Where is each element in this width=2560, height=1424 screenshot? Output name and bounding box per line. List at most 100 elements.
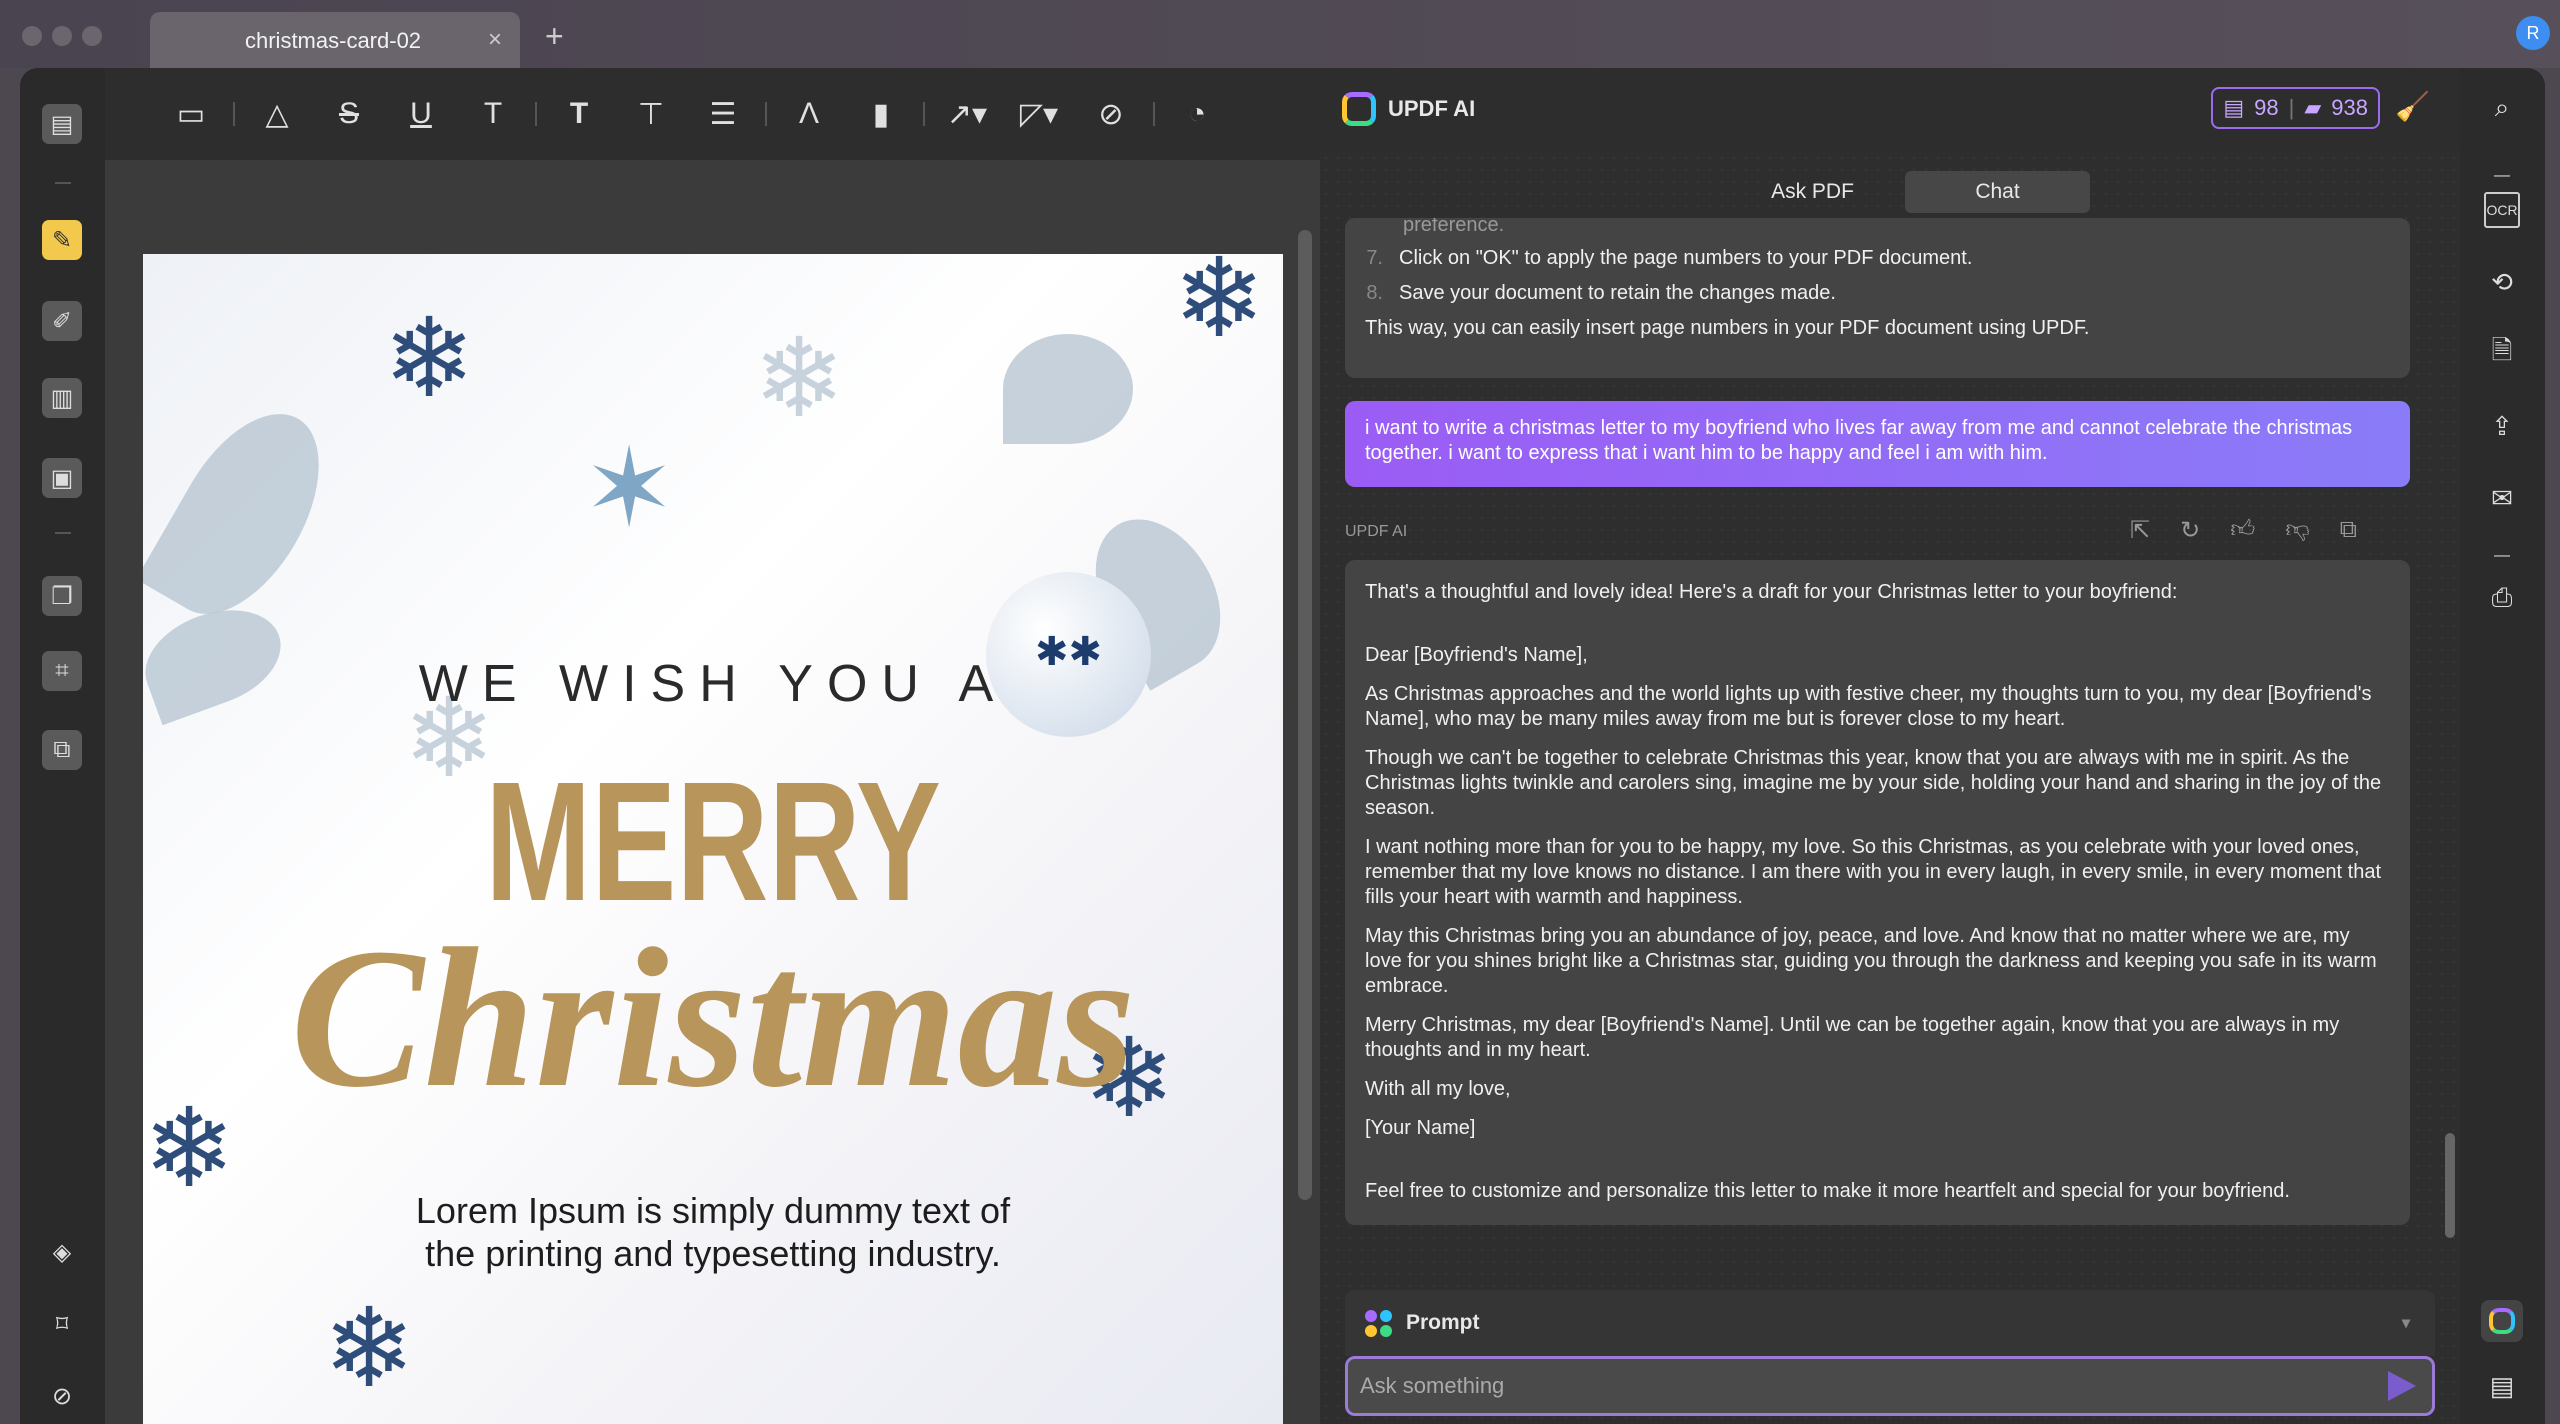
response-actions: ⇱ ↻ 👍︎ 👎︎ ⧉ — [2130, 516, 2357, 545]
comment-mode-icon[interactable]: ✎ — [42, 220, 82, 260]
divider — [55, 182, 71, 184]
ai-response: That's a thoughtful and lovely idea! Her… — [1345, 560, 2410, 1225]
page-layout-icon[interactable]: ▥ — [42, 378, 82, 418]
divider: — — [2494, 167, 2510, 184]
search-icon[interactable]: ⌕ — [2484, 90, 2520, 126]
tab-chat[interactable]: Chat — [1905, 171, 2090, 213]
ask-input[interactable]: Ask something — [1345, 1356, 2435, 1416]
organize-pages-icon[interactable]: ❐ — [42, 576, 82, 616]
cut-line: preference. — [1403, 218, 1505, 236]
strikethrough-icon[interactable]: S — [313, 97, 385, 131]
card-body-text: Lorem Ipsum is simply dummy text of the … — [415, 1190, 1011, 1274]
edit-pdf-icon[interactable]: ✐ — [42, 301, 82, 341]
minimize-window-button[interactable] — [52, 26, 72, 46]
close-tab-icon[interactable]: × — [488, 26, 502, 54]
response-paragraph: [Your Name] — [1365, 1117, 1476, 1139]
response-paragraph: Dear [Boyfriend's Name], — [1365, 644, 1588, 666]
response-paragraph: With all my love, — [1365, 1078, 1511, 1100]
response-paragraph: As Christmas approaches and the world li… — [1365, 683, 2372, 730]
tab-ask-pdf[interactable]: Ask PDF — [1720, 171, 1905, 213]
left-sidebar: ▤ ✎ ✐ ▥ ▣ ❐ ⌗ ⧉ ◈ ⌑ ⊘ — [20, 68, 105, 1424]
updf-ai-logo-icon — [1342, 92, 1376, 126]
usage-badge[interactable]: ▤ 98 | ▰ 938 — [2211, 87, 2380, 129]
right-sidebar: ⌕ — OCR ⟲ 🗎 ⇪ ✉ — ⎙ ▤ — [2460, 68, 2545, 1424]
layers-icon[interactable]: ◈ — [42, 1232, 82, 1272]
tab-title: christmas-card-02 — [245, 28, 422, 53]
ask-placeholder: Ask something — [1360, 1373, 1505, 1398]
snowflake-icon: ❄ — [383, 297, 476, 420]
response-paragraph: Feel free to customize and personalize t… — [1365, 1180, 2290, 1202]
list-item: 8. Save your document to retain the chang… — [1366, 282, 1836, 304]
convert-icon[interactable]: ⟲ — [2484, 264, 2520, 300]
eraser-icon[interactable]: ▮ — [845, 97, 917, 132]
snowflake-icon: ❄ — [753, 317, 846, 440]
previous-closing: This way, you can easily insert page num… — [1365, 317, 2090, 339]
squiggly-icon[interactable]: T — [457, 97, 529, 131]
regenerate-icon[interactable]: ↻ — [2180, 516, 2200, 545]
divider — [55, 532, 71, 534]
response-paragraph: Merry Christmas, my dear [Boyfriend's Na… — [1365, 1014, 2340, 1061]
new-tab-button[interactable]: + — [545, 18, 564, 55]
underline-icon[interactable]: U — [385, 97, 457, 131]
highlight-icon[interactable]: △ — [241, 97, 313, 132]
star-icon: ✶ — [583, 427, 676, 550]
response-paragraph: Though we can't be together to celebrate… — [1365, 747, 2382, 819]
attachment-panel-icon[interactable]: ⊘ — [42, 1376, 82, 1416]
sticker-icon[interactable]: ◔ — [1161, 97, 1233, 131]
protect-document-icon[interactable]: 🗎 — [2484, 335, 2520, 372]
bookmark-icon[interactable]: ⌑ — [42, 1304, 82, 1344]
attachment-icon[interactable]: ⊘ — [1075, 97, 1147, 132]
comments-panel-icon[interactable]: ▤ — [2484, 1368, 2520, 1404]
ai-header: UPDF AI ▤ 98 | ▰ 938 🧹 — [1320, 68, 2460, 150]
response-paragraph: I want nothing more than for you to be h… — [1365, 836, 2381, 908]
crop-icon[interactable]: ⌗ — [42, 651, 82, 691]
textbox-icon[interactable]: ⊤ — [615, 97, 687, 132]
document-scrollbar[interactable] — [1298, 230, 1312, 1200]
card-wish-text: WE WISH YOU A — [418, 655, 1008, 713]
share-document-icon[interactable]: ⇪ — [2484, 408, 2520, 444]
clear-chat-icon[interactable]: 🧹 — [2395, 90, 2430, 123]
thumbs-up-icon[interactable]: 👍︎ — [2230, 516, 2255, 545]
document-count: 98 — [2254, 95, 2279, 120]
prompt-selector[interactable]: Prompt ▾ — [1345, 1290, 2435, 1356]
user-message: i want to write a christmas letter to my… — [1345, 401, 2410, 487]
chevron-down-icon: ▾ — [2401, 1315, 2410, 1332]
form-icon[interactable]: ▣ — [42, 458, 82, 498]
ocr-icon[interactable]: OCR — [2484, 192, 2520, 228]
share-icon[interactable]: ⇱ — [2130, 516, 2150, 545]
ai-tabs: Ask PDF Chat — [1720, 171, 2090, 213]
reader-mode-icon[interactable]: ▤ — [42, 104, 82, 144]
divider: — — [2494, 547, 2510, 564]
save-icon[interactable]: ⎙ — [2484, 580, 2520, 616]
close-window-button[interactable] — [22, 26, 42, 46]
email-icon[interactable]: ✉ — [2484, 480, 2520, 516]
card-christmas-text: Christmas — [290, 908, 1136, 1129]
leaf-decoration — [143, 388, 350, 640]
maximize-window-button[interactable] — [82, 26, 102, 46]
updf-ai-icon[interactable] — [2481, 1300, 2523, 1342]
arrow-icon[interactable]: ↗▾ — [931, 97, 1003, 132]
protect-icon[interactable]: ⧉ — [42, 730, 82, 770]
snowflake-icon: ❄ — [1173, 254, 1266, 360]
chat-scrollbar[interactable] — [2445, 248, 2455, 1238]
list-item: 7. Click on "OK" to apply the page number… — [1366, 247, 1973, 269]
text-icon[interactable]: T — [543, 97, 615, 131]
avatar[interactable]: R — [2516, 16, 2550, 50]
leaf-decoration — [1003, 334, 1133, 444]
prompt-label: Prompt — [1406, 1311, 1480, 1334]
ai-title: UPDF AI — [1388, 96, 1476, 121]
snowflake-icon: ❄ — [323, 1287, 416, 1410]
pdf-page: ❄ ❄ ❄ ❄ ❄ ❄ ❄ ✶ ✱✱ WE WISH YOU A MERRY C… — [143, 254, 1283, 1424]
document-count-icon: ▤ — [2223, 95, 2245, 120]
pencil-icon[interactable]: Λ — [773, 97, 845, 131]
copy-icon[interactable]: ⧉ — [2340, 516, 2357, 545]
text-callout-icon[interactable]: ☰ — [687, 97, 759, 132]
app-window: ▤ ✎ ✐ ▥ ▣ ❐ ⌗ ⧉ ◈ ⌑ ⊘ ▭ △ S U T T ⊤ ☰ Λ … — [20, 68, 2545, 1424]
response-paragraph: May this Christmas bring you an abundanc… — [1365, 925, 2377, 997]
send-icon[interactable] — [2388, 1371, 2416, 1401]
thumbs-down-icon[interactable]: 👎︎ — [2285, 516, 2309, 545]
comment-icon[interactable]: ▭ — [155, 97, 227, 132]
shape-icon[interactable]: ◸▾ — [1003, 97, 1075, 132]
document-tab[interactable]: christmas-card-02 × — [150, 12, 520, 70]
chat-count-icon: ▰ — [2304, 95, 2322, 120]
